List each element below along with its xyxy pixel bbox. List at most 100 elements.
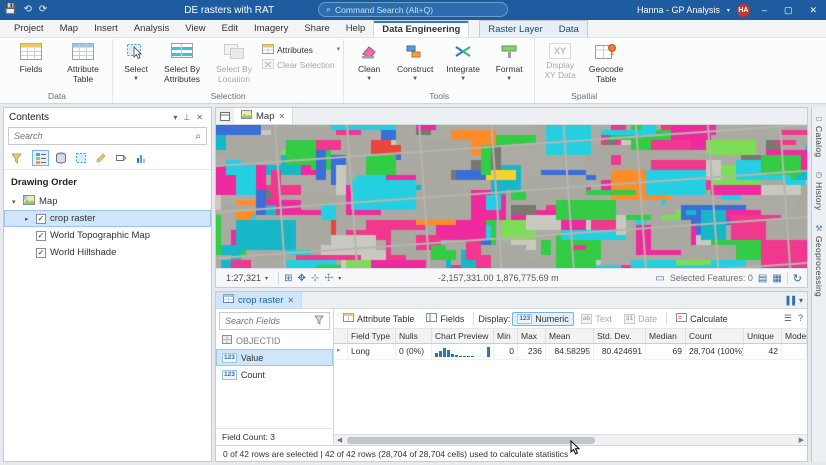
- select-by-attributes-button[interactable]: Select By Attributes: [156, 39, 208, 86]
- integrate-button[interactable]: Integrate ▼: [439, 39, 487, 83]
- select-button[interactable]: Select ▼: [116, 39, 156, 83]
- command-search[interactable]: ⌕: [318, 2, 508, 17]
- pane-list-icon[interactable]: [216, 108, 234, 124]
- tab-analysis[interactable]: Analysis: [126, 20, 177, 37]
- pan-tool-icon[interactable]: ✥: [297, 273, 305, 284]
- tab-raster-layer[interactable]: Raster Layer: [480, 21, 550, 37]
- world-topographic-checkbox[interactable]: ✓: [36, 231, 46, 241]
- layer-item-crop-raster[interactable]: ▸ ✓ crop raster: [4, 210, 211, 227]
- fields-toolbar-button[interactable]: Fields: [421, 311, 469, 326]
- tab-view[interactable]: View: [177, 20, 213, 37]
- nav-chevron-icon[interactable]: ▾: [338, 275, 341, 282]
- filter-funnel-icon[interactable]: [8, 150, 25, 166]
- redo-icon[interactable]: ⟳: [39, 5, 47, 15]
- header-mean[interactable]: Mean: [546, 329, 594, 344]
- dock-tab-geoprocessing[interactable]: ⚒ Geoprocessing: [814, 225, 824, 297]
- map-scale-dropdown[interactable]: 1:27,321 ▾: [221, 271, 273, 285]
- calculate-button[interactable]: = Calculate: [671, 311, 733, 326]
- cell-chart-preview[interactable]: [432, 344, 494, 360]
- fields-search-input[interactable]: [225, 316, 314, 326]
- panel-menu-icon[interactable]: ☰: [784, 313, 792, 324]
- attribute-table-toolbar-button[interactable]: Attribute Table: [338, 311, 419, 326]
- tab-data[interactable]: Data: [551, 21, 587, 37]
- selection-rect-icon[interactable]: ▭: [655, 273, 664, 284]
- layer-item-world-hillshade[interactable]: ✓ World Hillshade: [4, 244, 211, 261]
- tree-item-map[interactable]: ▾ Map: [4, 193, 211, 210]
- map-document-tab[interactable]: Map ✕: [234, 108, 293, 124]
- fields-search[interactable]: [219, 312, 330, 330]
- construct-button[interactable]: Construct ▼: [391, 39, 439, 83]
- scroll-left-icon[interactable]: ◀: [334, 436, 345, 444]
- list-by-labeling-icon[interactable]: [112, 150, 129, 166]
- minimize-button[interactable]: –: [757, 1, 772, 19]
- field-item-count[interactable]: 123 Count: [216, 366, 333, 383]
- contents-search-input[interactable]: [14, 131, 195, 141]
- geocode-table-button[interactable]: Geocode Table: [582, 39, 630, 86]
- close-button[interactable]: ✕: [804, 1, 822, 19]
- map-canvas-area[interactable]: [216, 125, 807, 268]
- tab-data-engineering[interactable]: Data Engineering: [373, 20, 469, 37]
- crop-raster-document-tab[interactable]: crop raster ✕: [216, 292, 302, 308]
- save-icon[interactable]: 💾: [4, 5, 16, 15]
- full-extent-icon[interactable]: ⊹: [311, 273, 319, 284]
- crosshair-icon[interactable]: ☩: [324, 273, 333, 284]
- header-mode[interactable]: Mode: [782, 329, 807, 344]
- tab-share[interactable]: Share: [296, 20, 337, 37]
- header-nulls[interactable]: Nulls: [396, 329, 432, 344]
- field-item-objectid[interactable]: OBJECTID: [216, 332, 333, 349]
- horizontal-scrollbar[interactable]: ◀ ▶: [334, 434, 807, 445]
- pane-split-icon[interactable]: ▤: [758, 273, 767, 284]
- row-selector-icon[interactable]: ▸: [334, 344, 348, 360]
- panel-help-icon[interactable]: ?: [798, 313, 803, 324]
- crop-raster-expander-icon[interactable]: ▸: [25, 215, 32, 223]
- maximize-button[interactable]: ▢: [779, 1, 798, 19]
- dock-tab-history[interactable]: ◷ History: [814, 171, 824, 211]
- scrollbar-thumb[interactable]: [347, 437, 595, 444]
- crop-raster-checkbox[interactable]: ✓: [36, 214, 46, 224]
- tab-project[interactable]: Project: [6, 20, 52, 37]
- world-hillshade-checkbox[interactable]: ✓: [36, 248, 46, 258]
- fields-button[interactable]: Fields: [5, 39, 57, 76]
- account-name[interactable]: Hanna - GP Analysis: [637, 5, 720, 15]
- avatar[interactable]: HA: [737, 4, 750, 17]
- dock-tab-catalog[interactable]: ▭ Catalog: [814, 115, 824, 157]
- header-field-type[interactable]: Field Type: [348, 329, 396, 344]
- scrollbar-track[interactable]: [345, 436, 796, 445]
- attribute-table-button[interactable]: Attribute Table: [57, 39, 109, 86]
- scroll-right-icon[interactable]: ▶: [796, 436, 807, 444]
- undo-icon[interactable]: ⟲: [23, 5, 31, 15]
- header-max[interactable]: Max: [518, 329, 546, 344]
- selection-options-launcher-icon[interactable]: ▾: [337, 45, 341, 53]
- list-by-data-source-icon[interactable]: [52, 150, 69, 166]
- format-button[interactable]: Format ▼: [487, 39, 531, 83]
- list-by-charts-icon[interactable]: [132, 150, 149, 166]
- header-unique[interactable]: Unique: [744, 329, 782, 344]
- snap-grid-icon[interactable]: ⊞: [284, 273, 292, 284]
- list-by-selection-icon[interactable]: [72, 150, 89, 166]
- contents-search[interactable]: ⌕: [8, 127, 207, 145]
- tab-list-chevron-icon[interactable]: ▾: [799, 296, 803, 305]
- contents-pin-icon[interactable]: ⊥: [180, 113, 193, 122]
- map-expander-icon[interactable]: ▾: [12, 198, 19, 206]
- header-median[interactable]: Median: [646, 329, 686, 344]
- clean-button[interactable]: Clean ▼: [347, 39, 391, 83]
- field-item-value[interactable]: 123 Value: [216, 349, 333, 366]
- crop-raster-tab-close-icon[interactable]: ✕: [287, 296, 294, 305]
- display-numeric-button[interactable]: 123 Numeric: [512, 312, 573, 326]
- header-chart-preview[interactable]: Chart Preview: [432, 329, 494, 344]
- header-min[interactable]: Min: [494, 329, 518, 344]
- fields-filter-funnel-icon[interactable]: [314, 315, 324, 328]
- list-by-editing-icon[interactable]: [92, 150, 109, 166]
- contents-close-icon[interactable]: ✕: [193, 113, 206, 122]
- header-std-dev[interactable]: Std. Dev.: [594, 329, 646, 344]
- map-tab-close-icon[interactable]: ✕: [278, 112, 285, 121]
- tab-imagery[interactable]: Imagery: [246, 20, 296, 37]
- tab-help[interactable]: Help: [338, 20, 374, 37]
- contents-menu-chevron-icon[interactable]: ▾: [170, 113, 180, 122]
- map-raster-canvas[interactable]: [216, 125, 807, 268]
- attributes-button[interactable]: Attributes: [262, 44, 335, 56]
- command-search-input[interactable]: [335, 5, 500, 15]
- refresh-icon[interactable]: ↻: [793, 272, 802, 285]
- table-row[interactable]: ▸ Long 0 (0%) 0 236 84.58295 80.424691 6…: [334, 344, 807, 360]
- tab-map[interactable]: Map: [52, 20, 86, 37]
